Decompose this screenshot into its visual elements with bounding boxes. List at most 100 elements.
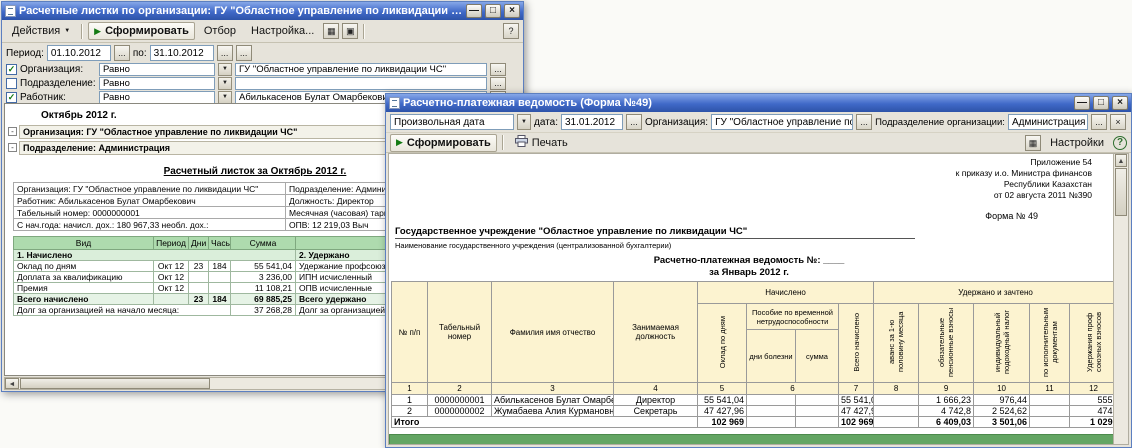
cell: 55 541,04 <box>839 395 874 406</box>
help-icon[interactable]: ? <box>1113 136 1127 150</box>
department-choose-button[interactable]: ... <box>490 77 506 90</box>
form-number: Форма № 49 <box>985 211 1038 221</box>
department-checkbox[interactable] <box>6 78 17 89</box>
appendix-line: Республики Казахстан <box>956 179 1092 190</box>
collapse-group-icon[interactable]: - <box>8 127 17 136</box>
vertical-scrollbar[interactable]: ▲ <box>1113 154 1128 445</box>
cell: Секретарь <box>614 406 698 417</box>
document-title: Расчетно-платежная ведомость №: ____ <box>509 255 989 266</box>
payslips-toolbar: Действия ▼ ▶ Сформировать Отбор Настройк… <box>2 20 523 43</box>
generate-button[interactable]: ▶ Сформировать <box>88 22 195 40</box>
organization-choose-button[interactable]: ... <box>490 63 506 76</box>
settings-button[interactable]: Настройки <box>1044 134 1110 152</box>
cell: Оклад по дням <box>14 261 154 272</box>
cell: 1. Начислено <box>14 250 296 261</box>
period-to-label: по: <box>133 48 147 59</box>
cell: Работник: Абилькасенов Булат Омарбекович <box>14 195 286 207</box>
table-settings-icon[interactable]: ▦ <box>323 23 339 39</box>
close-button[interactable]: × <box>1112 96 1128 110</box>
organization-field[interactable]: ГУ "Областное управление по ли... <box>711 114 853 130</box>
col-number: 4 <box>614 383 698 395</box>
cell <box>189 272 209 283</box>
help-icon[interactable]: ? <box>503 23 519 39</box>
cell: 47 427,96 <box>839 406 874 417</box>
save-settings-icon[interactable]: ▣ <box>342 23 358 39</box>
filter-button[interactable]: Отбор <box>198 22 242 40</box>
col-number: 2 <box>428 383 492 395</box>
payroll-titlebar[interactable]: Расчетно-платежная ведомость (Форма №49)… <box>386 94 1131 112</box>
toolbar-separator <box>502 135 504 150</box>
totals-row: Итого 102 969 102 969 6 409,03 3 501,06 … <box>392 417 1118 428</box>
col-number: 12 <box>1070 383 1118 395</box>
collapse-group-icon[interactable]: - <box>8 143 17 152</box>
col-header-days: Дни <box>189 237 209 250</box>
cell <box>209 283 231 294</box>
col-header-fio: Фамилия имя отчество <box>492 282 614 383</box>
scrollbar-thumb[interactable] <box>1115 168 1127 216</box>
department-field[interactable]: Администрация <box>1008 114 1088 130</box>
maximize-button[interactable]: □ <box>1093 96 1109 110</box>
appendix-block: Приложение 54 к приказу и.о. Министра фи… <box>956 157 1092 201</box>
table-row: 1 0000000001 Абилькасенов Булат Омарбеко… <box>392 395 1118 406</box>
col-header-sick-group: Пособие по временной нетрудоспособности <box>747 304 839 330</box>
organization-choose-button[interactable]: ... <box>856 114 872 130</box>
payroll-report-area: Приложение 54 к приказу и.о. Министра фи… <box>388 153 1129 445</box>
minimize-button[interactable]: — <box>1074 96 1090 110</box>
organization-condition-select[interactable]: Равно <box>99 63 215 76</box>
print-button[interactable]: Печать <box>509 134 574 152</box>
cell <box>796 406 839 417</box>
cell: 474, <box>1070 406 1118 417</box>
date-input[interactable]: 31.01.2012 <box>561 114 623 130</box>
organization-value-field[interactable]: ГУ "Областное управление по ликвидации Ч… <box>235 63 487 76</box>
cell: Окт 12 <box>154 283 189 294</box>
appendix-line: к приказу и.о. Министра финансов <box>956 168 1092 179</box>
vertical-label: Удержания проф союзных взносов <box>1085 305 1103 379</box>
group-header-withheld: Удержано и зачтено <box>874 282 1118 304</box>
period-to-input[interactable]: 31.10.2012 <box>150 45 214 61</box>
cell <box>796 417 839 428</box>
payroll-sheet-window: Расчетно-платежная ведомость (Форма №49)… <box>385 93 1132 448</box>
cell: 2 524,62 <box>974 406 1030 417</box>
period-to-picker-icon[interactable]: ... <box>217 45 233 61</box>
settings-label: Настройка... <box>251 25 314 37</box>
col-header-total-accrued: Всего начислено <box>839 304 874 383</box>
employee-checkbox[interactable]: ✓ <box>6 92 17 103</box>
minimize-button[interactable]: — <box>466 4 482 18</box>
cell: 184 <box>209 261 231 272</box>
scroll-left-icon[interactable]: ◄ <box>5 378 19 389</box>
actions-button[interactable]: Действия ▼ <box>6 22 76 40</box>
chevron-down-icon[interactable]: ▼ <box>517 114 531 130</box>
window-title: Расчетные листки по организации: ГУ "Обл… <box>19 5 463 17</box>
chevron-down-icon[interactable]: ▼ <box>218 63 232 76</box>
period-select-button[interactable]: ... <box>236 45 252 61</box>
report-footer-band <box>389 434 1116 445</box>
payroll-parameters-row: Произвольная дата ▼ дата: 31.01.2012 ...… <box>386 112 1131 133</box>
department-condition-select[interactable]: Равно <box>99 77 215 90</box>
organization-checkbox[interactable]: ✓ <box>6 64 17 75</box>
col-header-pension: обязательные пенсионные взносы <box>919 304 974 383</box>
chevron-down-icon[interactable]: ▼ <box>218 77 232 90</box>
date-mode-select[interactable]: Произвольная дата <box>390 114 514 130</box>
cell: 3 236,00 <box>231 272 296 283</box>
period-from-input[interactable]: 01.10.2012 <box>47 45 111 61</box>
col-header-income-tax: индивидуальный подоходный налог <box>974 304 1030 383</box>
department-clear-icon[interactable]: × <box>1110 114 1126 130</box>
generate-button[interactable]: ▶ Сформировать <box>390 134 497 152</box>
close-button[interactable]: × <box>504 4 520 18</box>
department-choose-button[interactable]: ... <box>1091 114 1107 130</box>
col-number: 5 <box>698 383 747 395</box>
cell: Организация: ГУ "Областное управление по… <box>14 183 286 195</box>
generate-label: Сформировать <box>105 25 189 37</box>
maximize-button[interactable]: □ <box>485 4 501 18</box>
scroll-up-icon[interactable]: ▲ <box>1115 154 1127 167</box>
period-from-picker-icon[interactable]: ... <box>114 45 130 61</box>
cell <box>747 406 796 417</box>
appendix-line: Приложение 54 <box>956 157 1092 168</box>
settings-button[interactable]: Настройка... <box>245 22 320 40</box>
col-header-period: Период <box>154 237 189 250</box>
scrollbar-thumb[interactable] <box>20 378 210 389</box>
department-value-field[interactable] <box>235 77 487 90</box>
date-picker-icon[interactable]: ... <box>626 114 642 130</box>
payslips-titlebar[interactable]: Расчетные листки по организации: ГУ "Обл… <box>2 2 523 20</box>
table-settings-icon[interactable]: ▦ <box>1025 135 1041 151</box>
